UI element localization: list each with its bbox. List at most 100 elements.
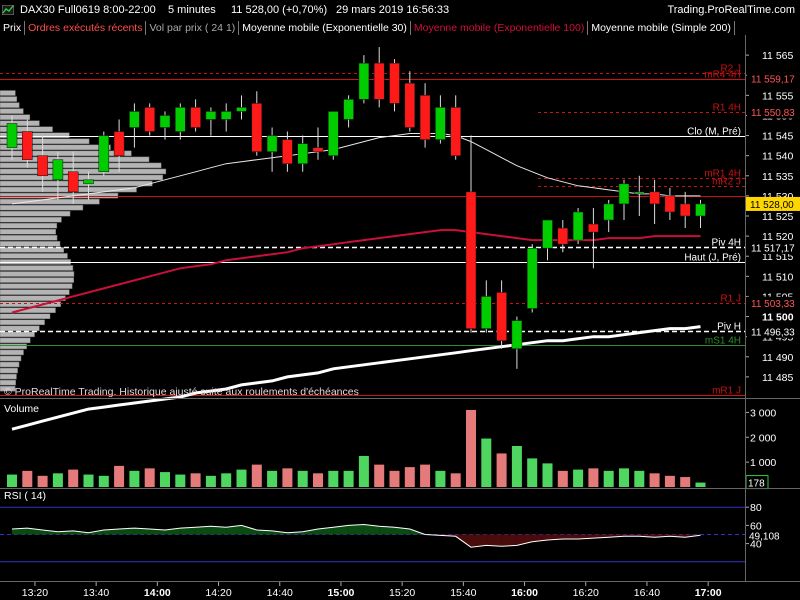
candle-body — [358, 62, 370, 100]
candle-body — [649, 191, 660, 205]
ema100-line — [11, 229, 701, 314]
time-tick-label: 15:40 — [450, 587, 476, 599]
candle-body — [542, 219, 553, 249]
candle-body — [312, 147, 324, 152]
volume-bar — [695, 482, 706, 487]
candle-body — [144, 107, 155, 132]
candle-body — [129, 111, 140, 128]
candle-body — [236, 107, 247, 112]
volume-bar — [573, 469, 584, 487]
volume-bar — [190, 473, 201, 487]
volume-bar — [22, 470, 33, 487]
candle-body — [190, 107, 201, 128]
volume-bar — [297, 470, 308, 487]
price-tick-label: 11 545 — [762, 131, 793, 143]
volume-bar — [466, 409, 476, 487]
volume-bar — [511, 445, 522, 487]
volume-bar — [98, 475, 109, 487]
level-label: R1 4H — [713, 103, 741, 114]
volume-bar — [420, 464, 431, 487]
volume-bar — [251, 464, 262, 487]
price-tick-label: 11 485 — [762, 372, 793, 384]
level-label: R1 J — [720, 294, 741, 305]
rsi-panel-title: RSI ( 14) — [4, 490, 46, 502]
volume-bar — [603, 470, 614, 487]
candle-body — [664, 195, 676, 213]
level-price-tag: 11 550,83 — [751, 108, 795, 119]
rsi-tick-label: 80 — [750, 502, 762, 514]
vbp-bar — [0, 223, 58, 229]
vbp-bar — [0, 120, 40, 126]
vbp-bar — [0, 343, 27, 350]
vbp-bar — [0, 361, 20, 368]
sma200-line — [11, 325, 701, 431]
price-tick-label: 11 565 — [762, 50, 793, 62]
volume-bar — [313, 473, 323, 487]
vbp-bar — [0, 349, 24, 356]
candle-body — [695, 203, 706, 217]
candle-body — [251, 103, 263, 152]
volume-bar — [619, 468, 629, 487]
volume-bar — [52, 473, 63, 487]
rsi-fill — [501, 534, 517, 547]
volume-bar — [175, 474, 186, 487]
candle-body — [175, 107, 186, 132]
candle-body — [404, 83, 416, 128]
volume-bar — [435, 470, 446, 487]
volume-bar — [282, 468, 293, 487]
level-price-tag: 11 559,17 — [751, 75, 795, 86]
volume-tick-label: 2 000 — [750, 432, 776, 444]
price-tick-label: 11 500 — [762, 312, 794, 324]
current-price-tag: 11 528,00 — [750, 200, 794, 211]
volume-bar — [129, 470, 140, 487]
vbp-bar — [0, 265, 74, 271]
candle-body — [113, 131, 125, 156]
candle-body — [37, 155, 48, 177]
vbp-bar — [0, 379, 16, 386]
candle-body — [373, 62, 385, 100]
price-tick-label: 11 555 — [762, 90, 793, 102]
volume-bar — [527, 458, 538, 487]
level-label: mR1 J — [712, 386, 741, 397]
volume-bar — [358, 455, 369, 487]
candle-body — [588, 223, 599, 233]
watermark-text: © ProRealTime Trading. Historique ajusté… — [4, 386, 359, 398]
candle-body — [496, 292, 507, 341]
vbp-bar — [0, 96, 18, 102]
volume-bar — [37, 475, 48, 487]
candle-body — [389, 62, 400, 104]
level-price-tag: 11 496,33 — [751, 327, 795, 338]
candle-body — [205, 111, 217, 120]
vbp-bar — [0, 204, 84, 211]
level-label: mR2 J — [712, 177, 741, 188]
level-label: Clo (M, Pré) — [687, 127, 741, 138]
rsi-fill — [241, 525, 257, 535]
volume-bar — [557, 470, 568, 487]
candle-body — [297, 143, 308, 164]
time-tick-label: 13:40 — [83, 587, 109, 599]
trading-chart[interactable]: R2 JmR4 4HR1 4HClo (M, Pré)mR1 4HmR2 JPi… — [0, 0, 800, 600]
candle-body — [618, 183, 630, 205]
volume-tick-label: 1 000 — [750, 457, 776, 469]
vbp-bar — [0, 295, 66, 301]
volume-bar — [588, 468, 599, 487]
level-price-tag: 11 517,17 — [751, 243, 795, 254]
volume-bar — [496, 453, 507, 487]
candle-body — [526, 247, 538, 309]
vbp-bar — [0, 367, 18, 374]
volume-bar — [481, 438, 492, 487]
candle-body — [481, 296, 492, 329]
candle-body — [450, 107, 461, 156]
volume-bar — [374, 464, 385, 487]
candle-body — [98, 135, 110, 173]
vbp-bar — [0, 283, 73, 289]
volume-bar — [236, 469, 247, 487]
candle-body — [52, 159, 64, 181]
price-tick-label: 11 510 — [762, 271, 793, 283]
candle-body — [282, 139, 293, 164]
candle-body — [557, 227, 569, 245]
candle-body — [22, 131, 33, 160]
vbp-bar — [0, 271, 75, 277]
candle-body — [6, 123, 18, 148]
volume-bar — [68, 469, 79, 487]
